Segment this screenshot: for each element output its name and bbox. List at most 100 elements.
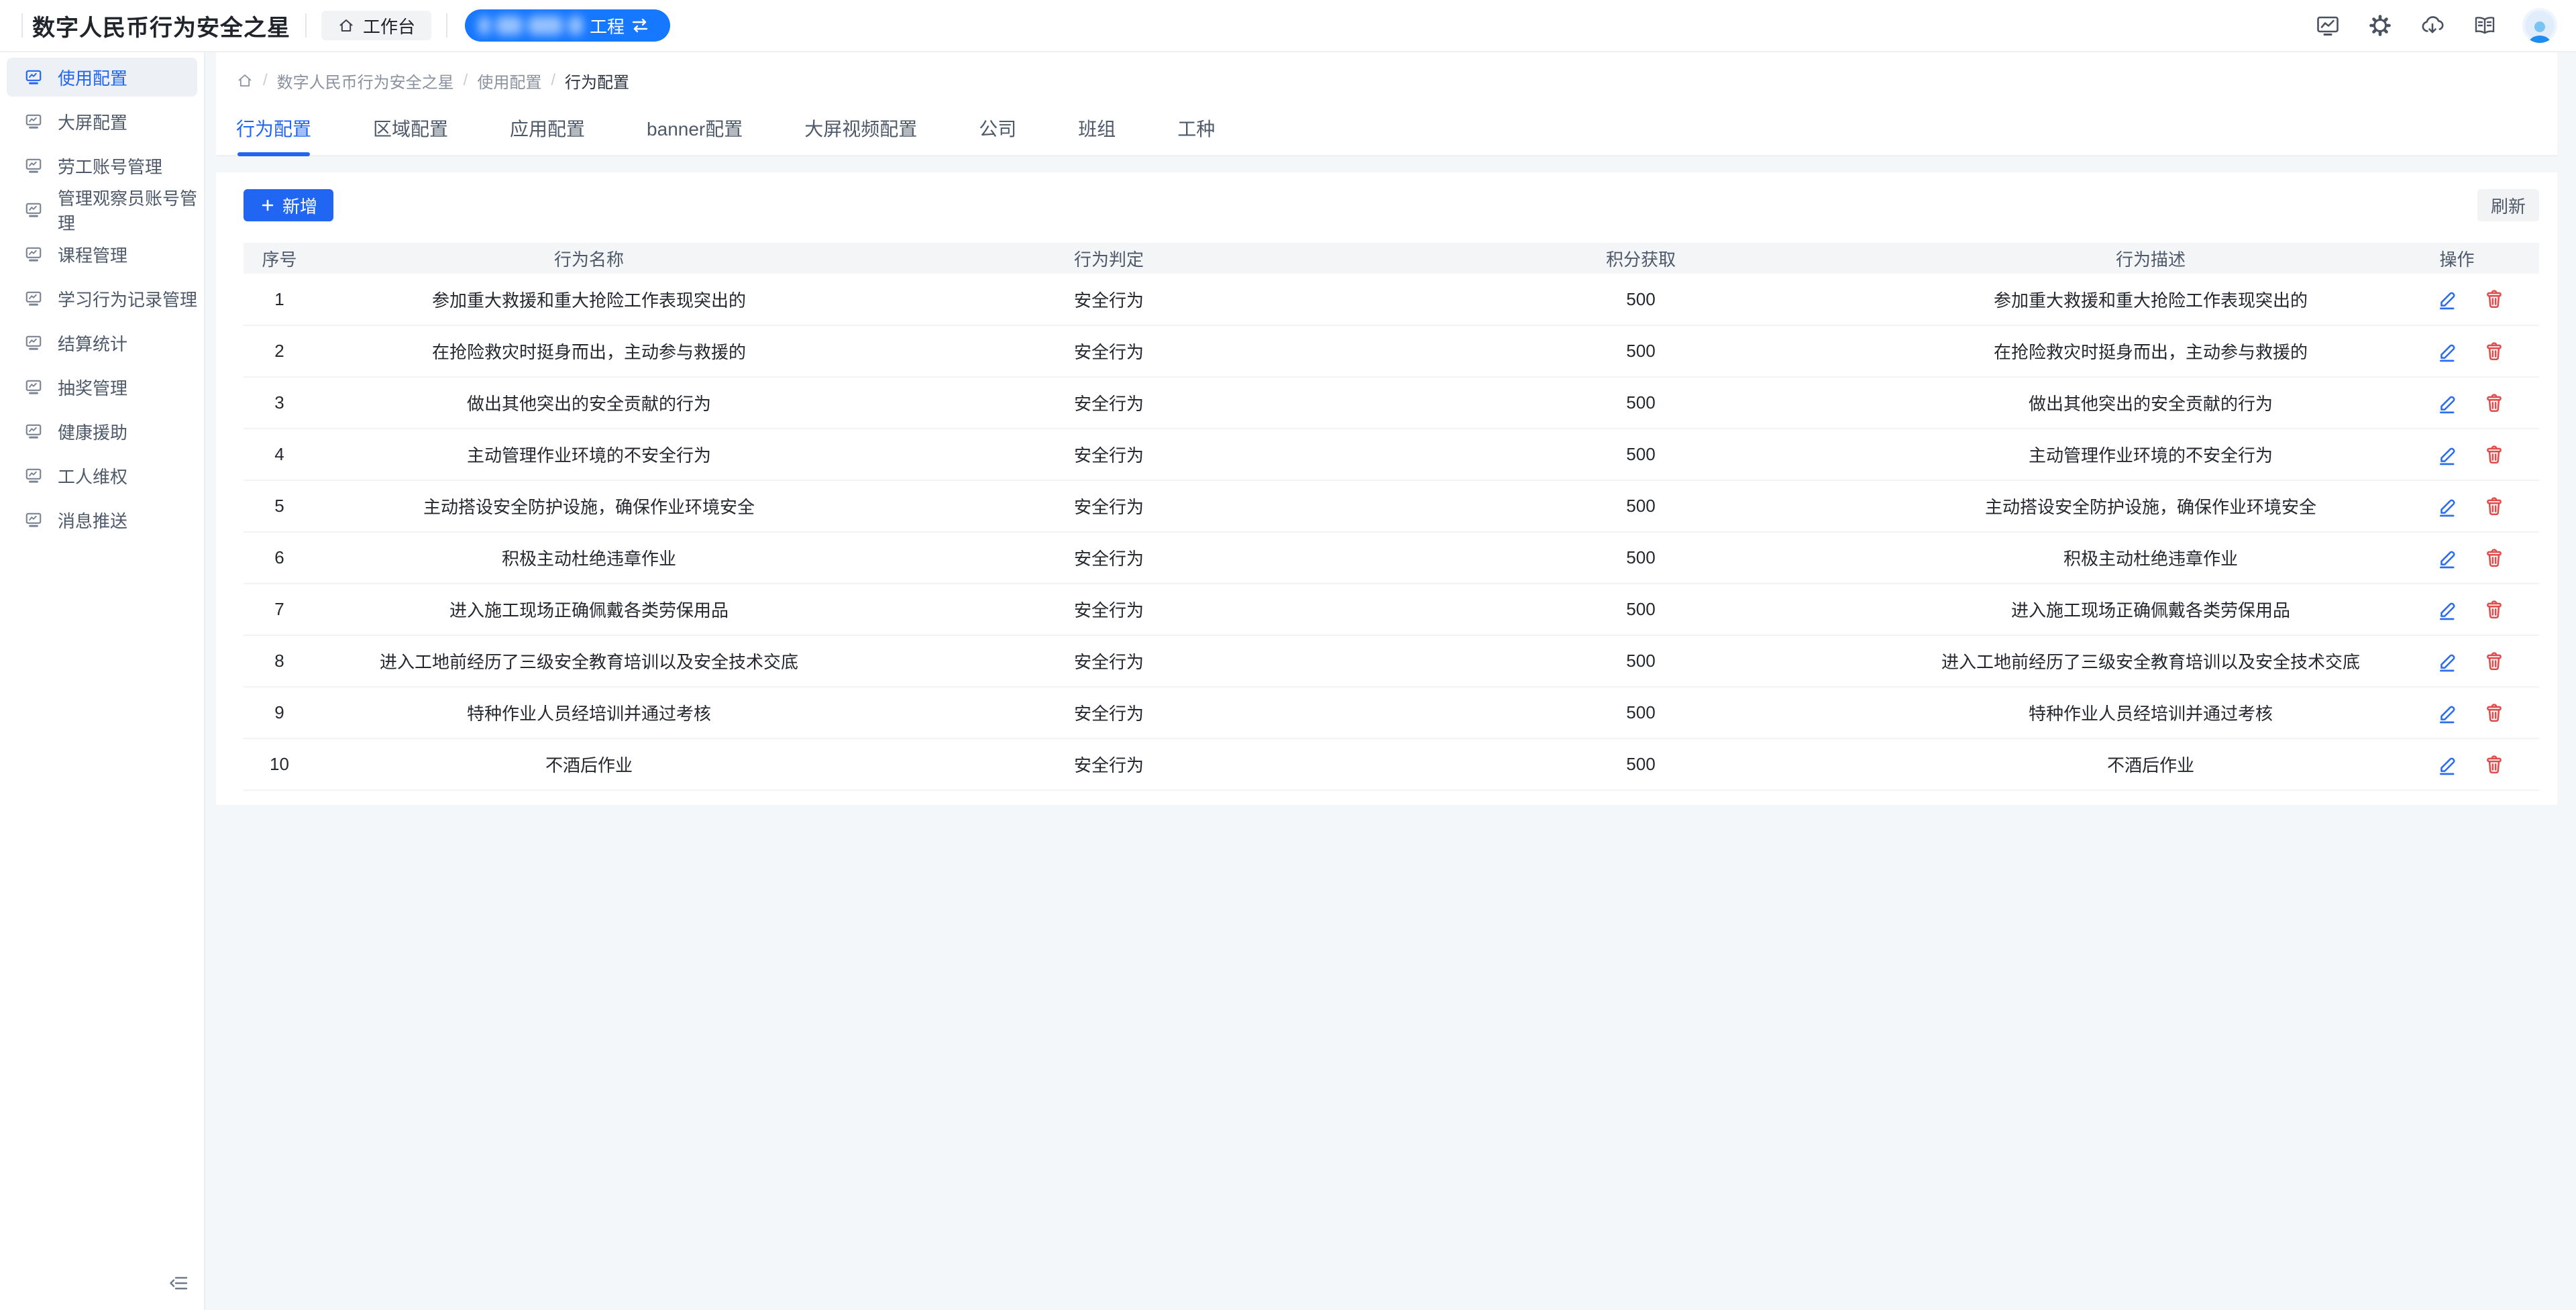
- header-actions: [2313, 8, 2557, 43]
- table-row: 6 积极主动杜绝违章作业 安全行为 500 积极主动杜绝违章作业: [244, 532, 2539, 584]
- tab-item[interactable]: 行为配置: [236, 115, 311, 156]
- sidebar-item[interactable]: 管理观察员账号管理: [7, 190, 197, 229]
- row-points: 500: [1355, 584, 1927, 635]
- edit-icon[interactable]: [2436, 288, 2458, 310]
- sidebar-item[interactable]: 大屏配置: [7, 102, 197, 141]
- table-row: 8 进入工地前经历了三级安全教育培训以及安全技术交底 安全行为 500 进入工地…: [244, 635, 2539, 687]
- table-header-cell: 积分获取: [1355, 243, 1927, 274]
- delete-icon[interactable]: [2483, 599, 2505, 620]
- delete-icon[interactable]: [2483, 651, 2505, 672]
- delete-icon[interactable]: [2483, 341, 2505, 362]
- row-judgment: 安全行为: [863, 325, 1355, 377]
- delete-icon[interactable]: [2483, 547, 2505, 569]
- app-header: 数字人民币行为安全之星 工作台 工程: [0, 0, 2576, 52]
- breadcrumb-home-icon[interactable]: [236, 72, 254, 89]
- sidebar-item-label: 管理观察员账号管理: [58, 185, 197, 235]
- row-actions: [2375, 584, 2539, 635]
- handbook-icon[interactable]: [2470, 11, 2500, 40]
- sidebar-item[interactable]: 工人维权: [7, 456, 197, 495]
- sidebar-item[interactable]: 抽奖管理: [7, 368, 197, 406]
- cloud-download-icon[interactable]: [2418, 11, 2447, 40]
- tab-item[interactable]: 工种: [1177, 115, 1215, 156]
- sidebar-item[interactable]: 健康援助: [7, 412, 197, 451]
- home-icon: [337, 17, 355, 34]
- edit-icon[interactable]: [2436, 754, 2458, 775]
- user-avatar[interactable]: [2522, 8, 2557, 43]
- table-row: 4 主动管理作业环境的不安全行为 安全行为 500 主动管理作业环境的不安全行为: [244, 429, 2539, 480]
- sidebar-item[interactable]: 课程管理: [7, 235, 197, 274]
- tab-item[interactable]: 应用配置: [510, 115, 585, 156]
- breadcrumb-item[interactable]: 行为配置: [565, 69, 629, 93]
- breadcrumb-item[interactable]: 数字人民币行为安全之星: [277, 69, 454, 93]
- add-button[interactable]: 新增: [244, 189, 333, 221]
- edit-icon[interactable]: [2436, 392, 2458, 414]
- row-actions: [2375, 687, 2539, 739]
- edit-icon[interactable]: [2436, 496, 2458, 517]
- row-behavior-name: 不酒后作业: [315, 739, 863, 790]
- tab-item[interactable]: 班组: [1078, 115, 1116, 156]
- tab-item[interactable]: banner配置: [647, 115, 743, 156]
- tab-item[interactable]: 公司: [979, 115, 1016, 156]
- edit-icon[interactable]: [2436, 599, 2458, 620]
- delete-icon[interactable]: [2483, 496, 2505, 517]
- row-judgment: 安全行为: [863, 480, 1355, 532]
- refresh-button[interactable]: 刷新: [2477, 189, 2539, 221]
- row-description: 积极主动杜绝违章作业: [1927, 532, 2375, 584]
- delete-icon[interactable]: [2483, 754, 2505, 775]
- delete-icon[interactable]: [2483, 444, 2505, 466]
- breadcrumb-item[interactable]: 使用配置: [477, 69, 541, 93]
- sidebar-item[interactable]: 劳工账号管理: [7, 146, 197, 185]
- screen-icon: [24, 156, 43, 175]
- sidebar-item-label: 学习行为记录管理: [58, 286, 197, 311]
- edit-icon[interactable]: [2436, 547, 2458, 569]
- table-header-cell: 行为名称: [315, 243, 863, 274]
- row-behavior-name: 特种作业人员经培训并通过考核: [315, 687, 863, 739]
- sidebar-item[interactable]: 结算统计: [7, 323, 197, 362]
- app-body: 使用配置 大屏配置: [0, 52, 2576, 1310]
- row-judgment: 安全行为: [863, 635, 1355, 687]
- row-behavior-name: 在抢险救灾时挺身而出，主动参与救援的: [315, 325, 863, 377]
- swap-arrows-icon: [630, 15, 650, 36]
- edit-icon[interactable]: [2436, 702, 2458, 724]
- masked-text-blur: [496, 16, 523, 35]
- row-description: 进入施工现场正确佩戴各类劳保用品: [1927, 584, 2375, 635]
- row-actions: [2375, 274, 2539, 325]
- data-screen-icon[interactable]: [2313, 11, 2343, 40]
- menu-fold-icon[interactable]: [166, 1271, 191, 1295]
- row-description: 做出其他突出的安全贡献的行为: [1927, 377, 2375, 429]
- edit-icon[interactable]: [2436, 341, 2458, 362]
- table-header: 序号 行为名称 行为判定 积分获取 行为描述 操作: [244, 243, 2539, 274]
- header-divider: [305, 13, 307, 38]
- sidebar-item[interactable]: 消息推送: [7, 500, 197, 539]
- tab-item[interactable]: 区域配置: [373, 115, 448, 156]
- project-switcher[interactable]: 工程: [465, 9, 670, 42]
- row-points: 500: [1355, 377, 1927, 429]
- delete-icon[interactable]: [2483, 702, 2505, 724]
- row-behavior-name: 进入施工现场正确佩戴各类劳保用品: [315, 584, 863, 635]
- row-points: 500: [1355, 687, 1927, 739]
- screen-icon: [24, 68, 43, 87]
- sidebar-item-label: 工人维权: [58, 463, 127, 488]
- row-points: 500: [1355, 429, 1927, 480]
- delete-icon[interactable]: [2483, 392, 2505, 414]
- masked-text-blur: [478, 16, 490, 35]
- edit-icon[interactable]: [2436, 444, 2458, 466]
- plus-icon: [260, 197, 276, 213]
- row-judgment: 安全行为: [863, 739, 1355, 790]
- row-judgment: 安全行为: [863, 274, 1355, 325]
- sidebar-item[interactable]: 使用配置: [7, 58, 197, 97]
- row-index: 7: [244, 584, 315, 635]
- workbench-button[interactable]: 工作台: [321, 11, 431, 40]
- sidebar-item[interactable]: 学习行为记录管理: [7, 279, 197, 318]
- row-index: 1: [244, 274, 315, 325]
- row-points: 500: [1355, 739, 1927, 790]
- settings-gear-icon[interactable]: [2365, 11, 2395, 40]
- tab-item[interactable]: 大屏视频配置: [804, 115, 917, 156]
- row-actions: [2375, 739, 2539, 790]
- row-actions: [2375, 377, 2539, 429]
- row-index: 2: [244, 325, 315, 377]
- delete-icon[interactable]: [2483, 288, 2505, 310]
- masked-text-blur: [528, 16, 563, 35]
- edit-icon[interactable]: [2436, 651, 2458, 672]
- row-index: 9: [244, 687, 315, 739]
